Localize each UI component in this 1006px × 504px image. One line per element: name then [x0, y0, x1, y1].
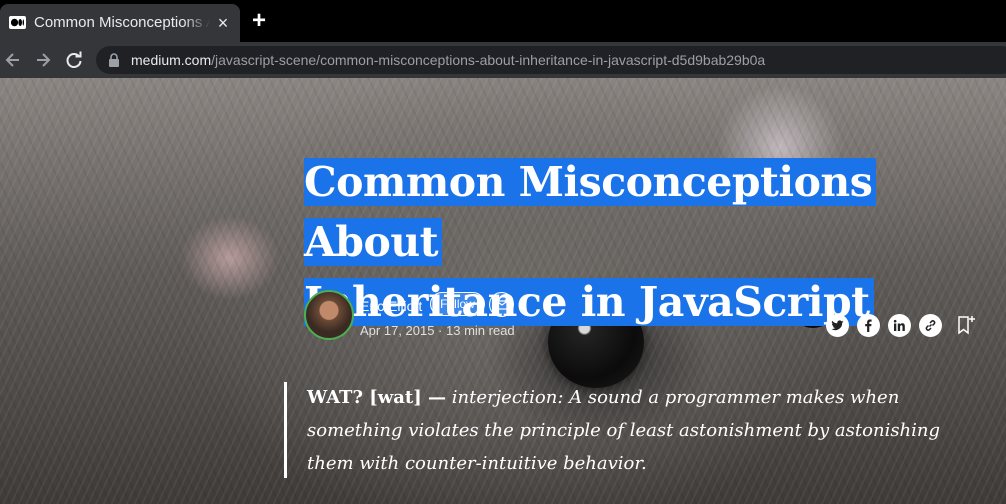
- bookmark-icon[interactable]: [957, 314, 977, 336]
- subscribe-button[interactable]: [489, 292, 514, 317]
- author-name[interactable]: Eric Elliott: [360, 298, 422, 314]
- link-icon: [925, 320, 936, 331]
- copy-link-button[interactable]: [919, 314, 942, 337]
- twitter-icon: [831, 320, 844, 331]
- browser-tab[interactable]: Common Misconceptions About Inheritance …: [0, 4, 240, 42]
- post-meta: Apr 17, 2015 · 13 min read: [360, 323, 515, 338]
- url-path: /javascript-scene/common-misconceptions-…: [211, 52, 766, 68]
- facebook-share-button[interactable]: [857, 314, 880, 337]
- medium-logo-icon: [9, 16, 26, 29]
- plus-icon[interactable]: +: [248, 9, 270, 33]
- tab-strip: Common Misconceptions About Inheritance …: [0, 0, 1006, 42]
- quote-term: WAT? [wat] —: [307, 387, 447, 408]
- address-bar[interactable]: medium.com/javascript-scene/common-misco…: [96, 46, 1006, 74]
- mail-icon: [496, 299, 509, 310]
- follow-button[interactable]: Follow: [430, 292, 485, 316]
- url-domain: medium.com: [131, 52, 212, 68]
- close-icon[interactable]: ×: [214, 14, 232, 32]
- url-text: medium.com/javascript-scene/common-misco…: [131, 52, 765, 68]
- article-blockquote: WAT? [wat] — interjection: A sound a pro…: [307, 381, 977, 480]
- twitter-share-button[interactable]: [826, 314, 849, 337]
- linkedin-share-button[interactable]: [888, 314, 911, 337]
- hero-image: Common Misconceptions About Inheritance …: [0, 78, 1006, 504]
- facebook-icon: [865, 319, 872, 332]
- blockquote-bar: [284, 382, 287, 478]
- avatar[interactable]: [304, 290, 354, 340]
- reload-icon[interactable]: [63, 49, 85, 71]
- back-arrow-icon[interactable]: [2, 49, 24, 71]
- linkedin-icon: [893, 319, 905, 331]
- forward-arrow-icon[interactable]: [32, 49, 54, 71]
- lock-icon[interactable]: [108, 53, 120, 67]
- browser-toolbar: medium.com/javascript-scene/common-misco…: [0, 42, 1006, 78]
- article-title-line1: Common Misconceptions About: [304, 158, 877, 266]
- tab-title: Common Misconceptions About Inheritance …: [34, 14, 210, 31]
